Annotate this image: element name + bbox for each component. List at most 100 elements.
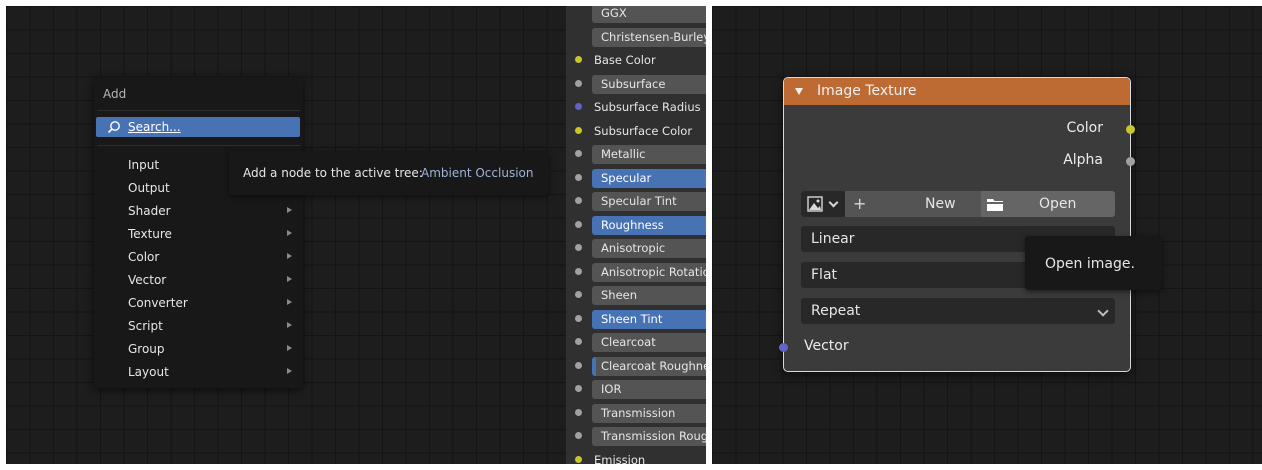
menu-item-label: Shader [128, 204, 171, 218]
property-field[interactable]: Clearcoat [592, 333, 706, 352]
input-socket[interactable] [575, 79, 582, 87]
search-icon [107, 120, 121, 137]
image-texture-node[interactable]: Image Texture Color Alpha + New Open Lin [779, 77, 1135, 372]
input-socket[interactable] [575, 56, 582, 63]
image-browse-button[interactable] [801, 191, 845, 217]
input-socket[interactable] [575, 408, 582, 416]
input-socket[interactable] [575, 150, 582, 157]
node-title: Image Texture [817, 83, 917, 99]
submenu-arrow-icon [287, 230, 292, 236]
add-node-tooltip: Add a node to the active tree: Ambient O… [229, 151, 549, 195]
node-header[interactable]: Image Texture [784, 78, 1130, 105]
property-row: Sheen [566, 285, 706, 306]
input-socket[interactable] [575, 267, 582, 275]
output-color-socket[interactable] [1126, 125, 1135, 134]
property-field[interactable]: Subsurface [592, 74, 706, 94]
property-label: Anisotropic [601, 241, 666, 255]
property-field[interactable]: Roughness [592, 215, 706, 235]
input-socket[interactable] [575, 291, 582, 298]
folder-icon [986, 196, 1004, 216]
interpolation-value: Linear [811, 231, 855, 247]
property-row: Specular [566, 168, 706, 189]
property-label: Metallic [601, 147, 646, 161]
shader-editor-right-panel[interactable]: Image Texture Color Alpha + New Open Lin [712, 6, 1262, 464]
input-socket[interactable] [575, 244, 582, 251]
input-socket[interactable] [575, 455, 582, 463]
property-field[interactable]: Metallic [592, 145, 706, 164]
property-label: Specular [601, 170, 652, 185]
menu-item-label: Texture [128, 227, 172, 241]
search-label: Search... [128, 120, 181, 134]
property-field[interactable]: Sheen Tint [592, 309, 706, 329]
property-label: Sheen [601, 288, 638, 302]
property-field[interactable]: Specular [592, 168, 706, 188]
property-field[interactable]: Anisotropic [592, 239, 706, 258]
input-socket[interactable] [575, 173, 582, 181]
property-label: Specular Tint [601, 194, 677, 208]
property-field[interactable]: Sheen [592, 286, 706, 305]
property-row: Emission [566, 450, 706, 464]
shader-editor-left-panel[interactable]: Add Search... Input Output Shader Textur… [6, 6, 706, 464]
menu-item-label: Color [128, 250, 160, 264]
menu-item-vector[interactable]: Vector [94, 269, 303, 291]
input-socket[interactable] [575, 126, 582, 134]
property-row: Anisotropic [566, 238, 706, 259]
input-socket[interactable] [575, 103, 582, 110]
property-label: Roughness [601, 217, 664, 232]
property-row: Roughness [566, 215, 706, 236]
submenu-arrow-icon [287, 299, 292, 305]
property-row: Metallic [566, 144, 706, 165]
menu-item-converter[interactable]: Converter [94, 292, 303, 314]
image-icon [807, 196, 823, 216]
output-color-label: Color [1066, 120, 1103, 136]
property-row: Clearcoat [566, 332, 706, 353]
input-vector-label: Vector [804, 338, 849, 354]
input-socket[interactable] [575, 361, 582, 369]
tooltip-text: Add a node to the active tree: [243, 166, 423, 180]
property-field[interactable]: GGX [592, 6, 706, 23]
input-socket[interactable] [575, 197, 582, 204]
property-label: Subsurface Radius [594, 100, 701, 114]
property-row: Clearcoat Roughness [566, 356, 706, 377]
search-menu-item[interactable]: Search... [96, 117, 300, 137]
menu-item-label: Vector [128, 273, 167, 287]
menu-item-shader[interactable]: Shader [94, 200, 303, 222]
menu-item-group[interactable]: Group [94, 338, 303, 360]
chevron-down-icon [1097, 305, 1109, 317]
input-socket[interactable] [575, 432, 582, 439]
input-vector-socket[interactable] [779, 343, 788, 352]
input-socket[interactable] [575, 338, 582, 345]
property-row: Sheen Tint [566, 309, 706, 330]
property-field[interactable]: Specular Tint [592, 192, 706, 211]
menu-item-texture[interactable]: Texture [94, 223, 303, 245]
property-label: IOR [601, 382, 622, 396]
property-label: Base Color [594, 53, 656, 67]
new-image-button[interactable]: New [925, 196, 956, 212]
property-field[interactable]: Christensen-Burley [592, 27, 706, 47]
input-socket[interactable] [575, 220, 582, 228]
image-datablock-bar: + New Open [801, 191, 1115, 217]
menu-item-script[interactable]: Script [94, 315, 303, 337]
submenu-arrow-icon [287, 207, 292, 213]
submenu-arrow-icon [287, 253, 292, 259]
property-field[interactable]: Anisotropic Rotation [592, 262, 706, 282]
add-menu-title: Add [103, 87, 127, 101]
input-socket[interactable] [575, 385, 582, 392]
menu-item-label: Output [128, 181, 170, 195]
menu-item-color[interactable]: Color [94, 246, 303, 268]
property-field[interactable]: Transmission [592, 403, 706, 423]
projection-value: Flat [811, 267, 838, 283]
menu-item-layout[interactable]: Layout [94, 361, 303, 383]
input-socket[interactable] [575, 314, 582, 322]
property-field[interactable]: IOR [592, 380, 706, 399]
property-field[interactable]: Clearcoat Roughness [592, 356, 706, 376]
property-row: Subsurface Radius [566, 97, 706, 118]
menu-item-label: Script [128, 319, 163, 333]
extension-dropdown[interactable]: Repeat [801, 298, 1115, 324]
output-alpha-socket[interactable] [1126, 157, 1135, 166]
open-image-tooltip: Open image. [1025, 236, 1162, 290]
collapse-triangle-icon[interactable] [795, 88, 803, 95]
property-row: Christensen-Burley [566, 27, 706, 48]
property-field[interactable]: Transmission Roughness [592, 427, 706, 446]
property-row: Transmission Roughness [566, 426, 706, 447]
